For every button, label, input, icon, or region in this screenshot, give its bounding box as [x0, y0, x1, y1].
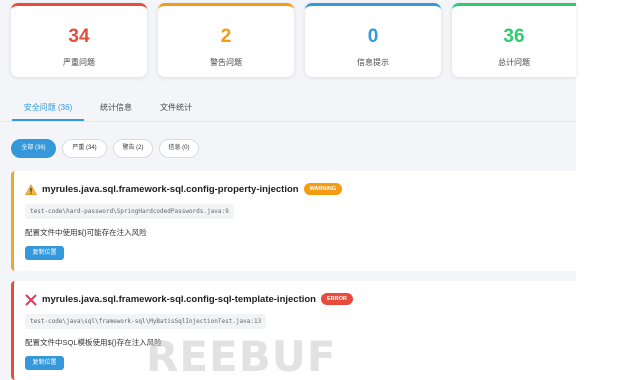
stat-card-warning: 2 警告问题 — [158, 3, 294, 77]
issue-file-path: test-code\hard-password\SpringHardcodedP… — [25, 204, 234, 219]
stats-cards: 34 严重问题 2 警告问题 0 信息提示 36 总计问题 — [11, 3, 576, 79]
stat-card-total: 36 总计问题 — [452, 3, 576, 77]
stat-critical-label: 严重问题 — [63, 58, 95, 67]
tab-bar: 安全问题 (36) 统计信息 文件统计 — [0, 95, 576, 122]
filter-warning-button[interactable]: 警告 (2) — [113, 139, 153, 158]
issue-card: myrules.java.sql.framework-sql.config-pr… — [11, 171, 576, 271]
issue-header: myrules.java.sql.framework-sql.config-pr… — [24, 182, 343, 196]
issue-message: 配置文件中SQL模板使用${}存在注入风险 — [25, 338, 162, 347]
stat-info-label: 信息提示 — [357, 58, 389, 67]
issue-rule-title: myrules.java.sql.framework-sql.config-sq… — [42, 293, 316, 305]
stat-card-critical: 34 严重问题 — [11, 3, 147, 77]
stat-warning-label: 警告问题 — [210, 58, 242, 67]
issue-file-path: test-code\java\sql\framework-sql\MyBatis… — [25, 314, 267, 329]
stat-warning-value: 2 — [220, 26, 232, 47]
issue-header: myrules.java.sql.framework-sql.config-sq… — [25, 292, 353, 306]
tab-file-statistics[interactable]: 文件统计 — [160, 95, 192, 121]
watermark: REEBUF — [146, 332, 337, 380]
copy-location-button[interactable]: 复制位置 — [25, 246, 64, 260]
stat-info-value: 0 — [367, 26, 379, 47]
severity-badge: ERROR — [320, 293, 353, 305]
stat-card-info: 0 信息提示 — [305, 3, 441, 77]
tab-security-issues[interactable]: 安全问题 (36) — [12, 95, 84, 121]
report-page: 34 严重问题 2 警告问题 0 信息提示 36 总计问题 安全问题 (36) … — [0, 0, 576, 380]
filter-critical-button[interactable]: 严重 (34) — [62, 139, 107, 158]
issue-message: 配置文件中使用${}可能存在注入风险 — [25, 228, 147, 237]
filter-info-button[interactable]: 信息 (0) — [159, 139, 199, 158]
stat-total-value: 36 — [503, 26, 525, 47]
stat-critical-value: 34 — [68, 26, 90, 47]
severity-badge: WARNING — [303, 183, 343, 195]
stat-total-label: 总计问题 — [498, 58, 530, 67]
filter-all-button[interactable]: 全部 (36) — [11, 139, 56, 158]
warning-icon — [24, 183, 38, 196]
issue-rule-title: myrules.java.sql.framework-sql.config-pr… — [42, 183, 299, 195]
error-x-icon — [25, 293, 37, 306]
tab-statistics[interactable]: 统计信息 — [100, 95, 132, 121]
copy-location-button[interactable]: 复制位置 — [25, 356, 64, 370]
